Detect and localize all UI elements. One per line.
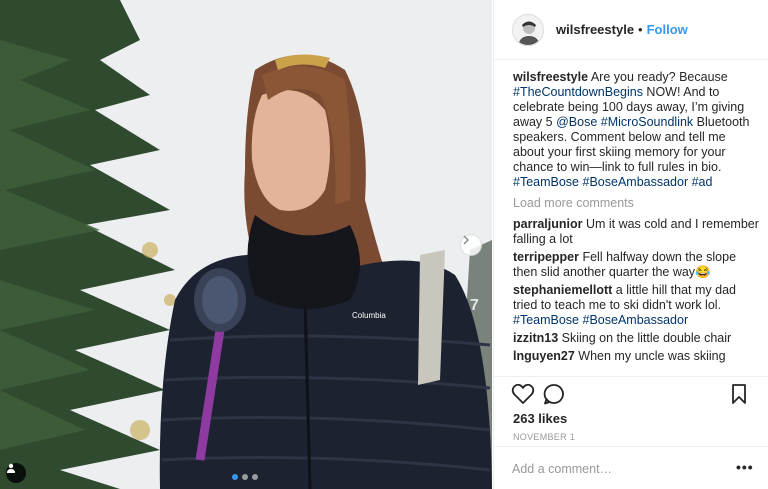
comment-item: izzitn13 Skiing on the little double cha… [513,331,759,346]
like-button[interactable] [511,383,535,410]
save-button[interactable] [731,383,747,410]
avatar-image [513,14,543,45]
photo-illustration: Columbia 7 [0,0,492,489]
like-count[interactable]: 263 likes [513,411,567,426]
load-more-comments-button[interactable]: Load more comments [513,196,759,211]
post-actions: 263 likes NOVEMBER 1 ••• [494,376,768,486]
comments-list: wilsfreestyle Are you ready? Because #Th… [513,70,759,367]
comment-button[interactable] [543,383,565,410]
hashtag-link[interactable]: #MicroSoundlink [601,115,693,129]
action-icons-row [511,383,751,409]
comment-username[interactable]: stephaniemellott [513,283,612,297]
carousel-indicator [232,474,258,480]
comment-item: stephaniemellott a little hill that my d… [513,283,759,328]
hashtag-link[interactable]: #ad [692,175,713,189]
more-options-button[interactable]: ••• [736,459,754,475]
caption-text: Are you ready? Because [588,70,728,84]
hashtag-link[interactable]: #BoseAmbassador [583,313,689,327]
jacket-brand-label: Columbia [352,311,386,320]
user-tags-button[interactable] [6,463,26,483]
add-comment-bar: ••• [494,446,768,489]
avatar[interactable] [512,13,544,46]
laughing-emoji-icon: 😂 [695,265,711,279]
chevron-right-icon [463,235,470,245]
comment-item: parraljunior Um it was cold and I rememb… [513,217,759,247]
carousel-dot [242,474,248,480]
comment-text: Skiing on the little double chair [558,331,732,345]
comment-username[interactable]: izzitn13 [513,331,558,345]
carousel-dot [232,474,238,480]
comment-text: When my uncle was skiing [574,349,726,363]
comment-item: lnguyen27 When my uncle was skiing [513,349,759,364]
speech-bubble-icon [543,384,564,405]
hashtag-link[interactable]: #BoseAmbassador [583,175,689,189]
post-date[interactable]: NOVEMBER 1 [513,432,575,442]
comment-username[interactable]: parraljunior [513,217,582,231]
comment-item: terripepper Fell halfway down the slope … [513,250,759,280]
heart-outline-icon [511,383,535,404]
carousel-dot [252,474,258,480]
post-photo[interactable]: Columbia 7 [0,0,492,489]
caption: wilsfreestyle Are you ready? Because #Th… [513,70,759,190]
comment-username[interactable]: terripepper [513,250,579,264]
header-separator: • [638,22,643,37]
hashtag-link[interactable]: #TeamBose [513,313,579,327]
user-silhouette-icon [7,463,15,473]
svg-text:7: 7 [470,297,479,314]
post-header: wilsfreestyle • Follow [494,0,768,60]
follow-button[interactable]: Follow [647,22,688,37]
hashtag-link[interactable]: #TheCountdownBegins [513,85,643,99]
bookmark-icon [732,384,746,404]
mention-link[interactable]: @Bose [556,115,597,129]
hashtag-link[interactable]: #TeamBose [513,175,579,189]
post-author-username[interactable]: wilsfreestyle [556,22,634,37]
caption-username[interactable]: wilsfreestyle [513,70,588,84]
comment-username[interactable]: lnguyen27 [513,349,575,363]
post-side-panel: wilsfreestyle • Follow wilsfreestyle Are… [493,0,768,489]
carousel-next-button[interactable] [460,234,482,256]
comment-input[interactable] [512,459,712,479]
